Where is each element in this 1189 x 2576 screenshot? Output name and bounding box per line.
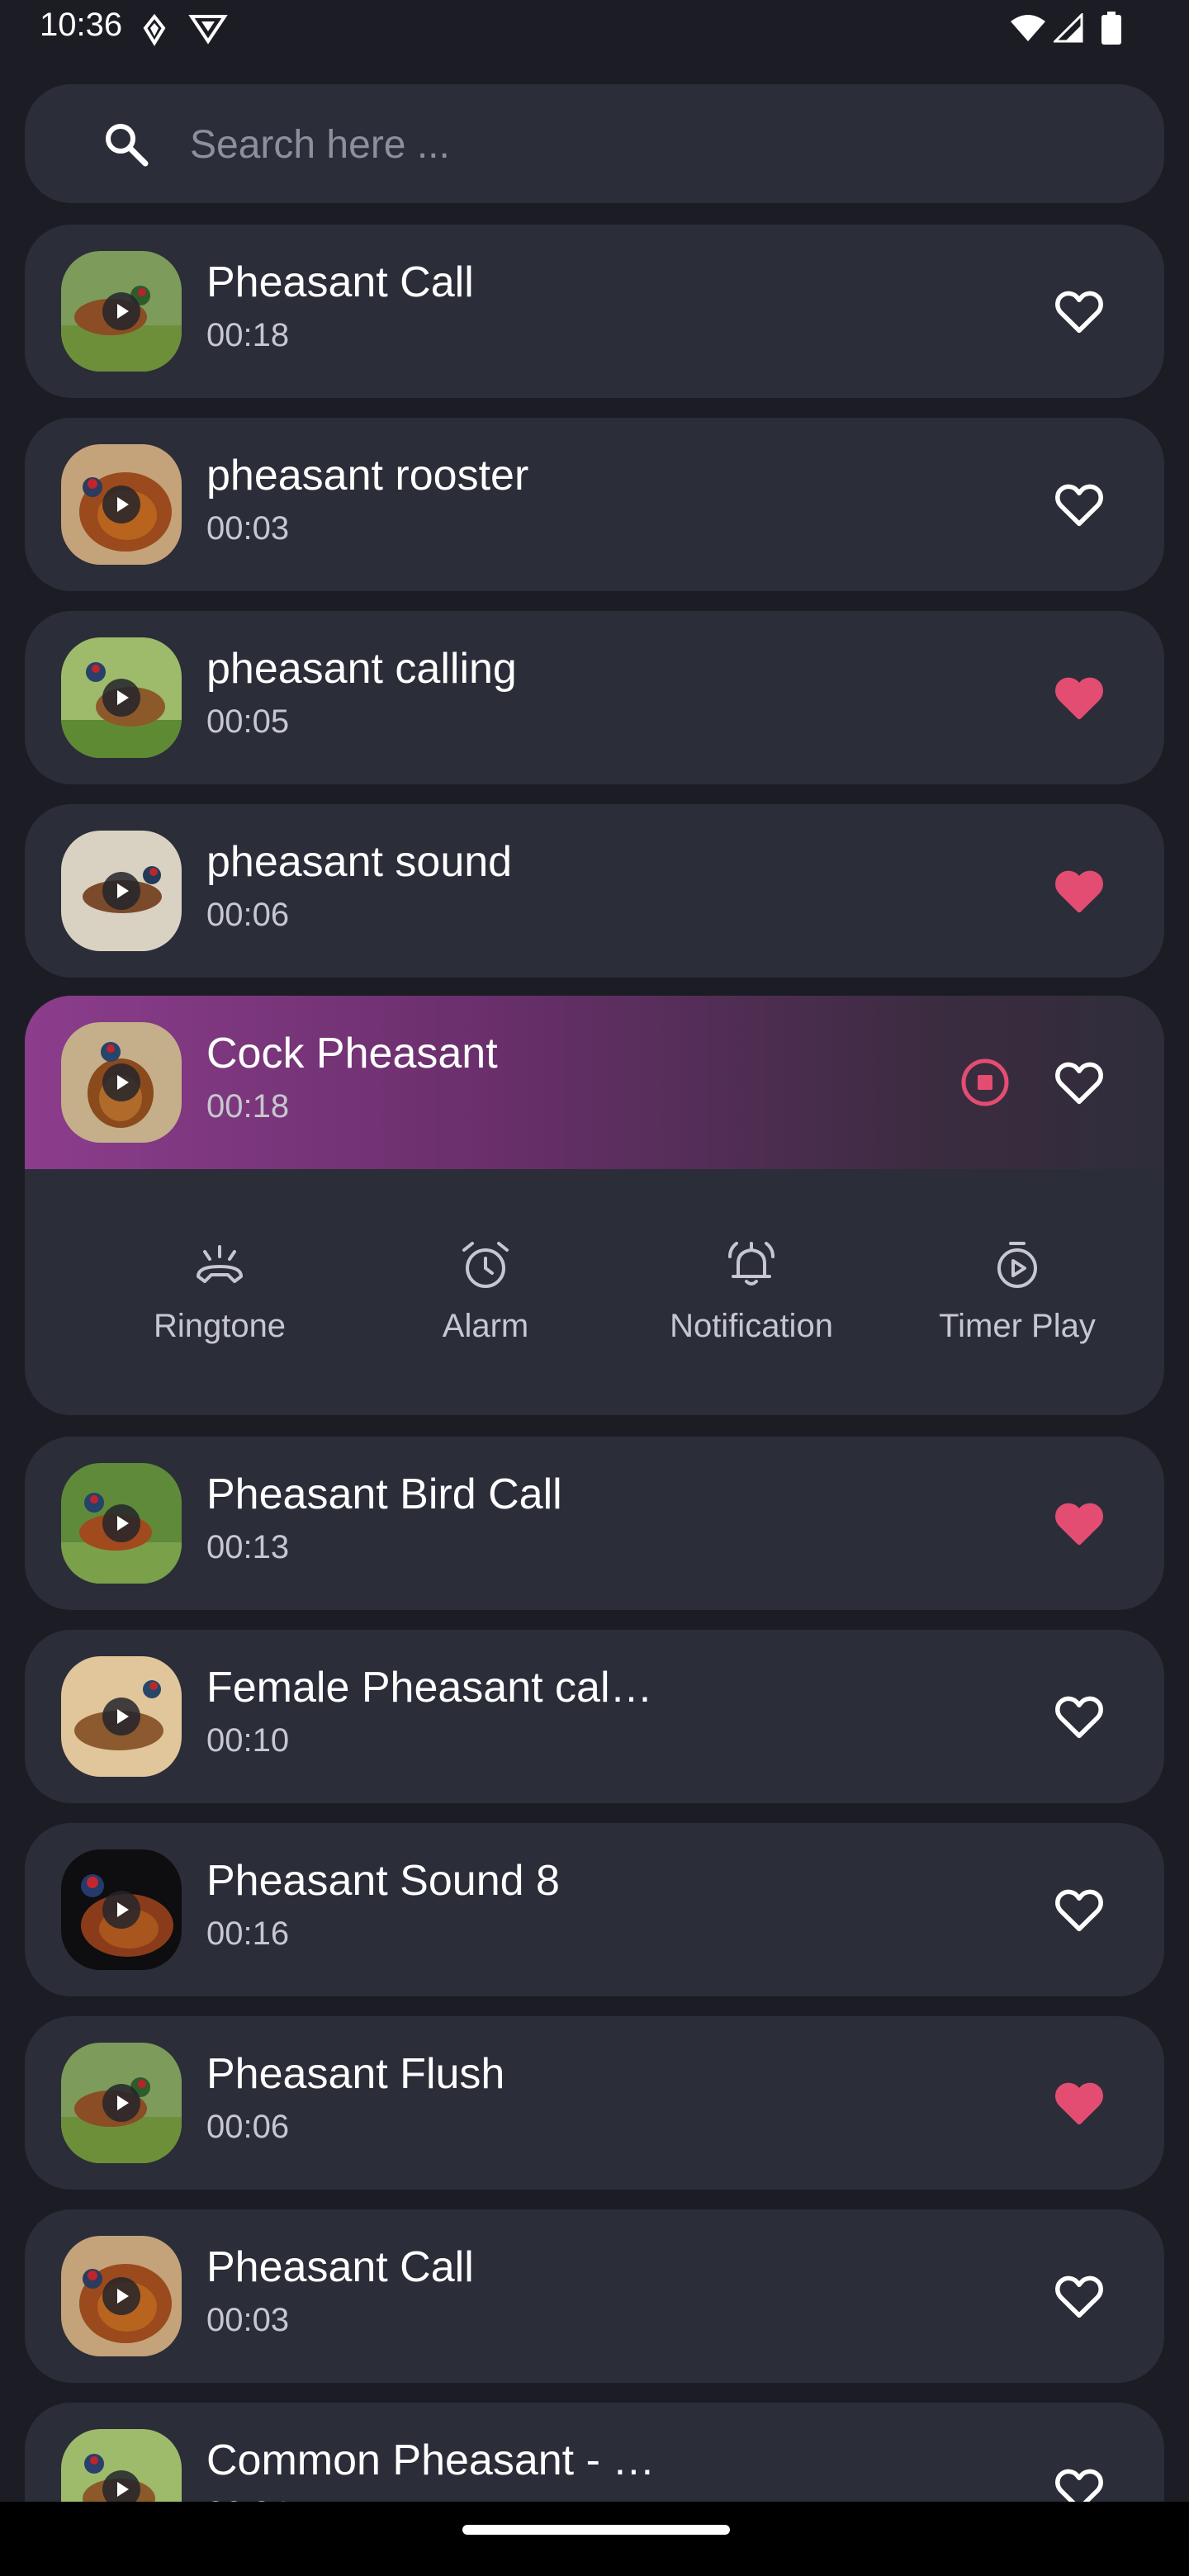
- sound-thumbnail[interactable]: [61, 1656, 182, 1777]
- play-icon[interactable]: [102, 1698, 140, 1735]
- wifi-icon: [1011, 15, 1045, 41]
- play-icon[interactable]: [102, 292, 140, 330]
- action-label: Ringtone: [153, 1308, 287, 1344]
- sound-duration: 00:04: [206, 2493, 289, 2502]
- sound-thumbnail[interactable]: [61, 2429, 182, 2502]
- timer-play-button[interactable]: Timer Play: [885, 1235, 1149, 1345]
- status-time: 10:36: [40, 7, 123, 43]
- sound-duration: 00:18: [206, 317, 290, 353]
- heart-outline-icon[interactable]: [1052, 2462, 1106, 2502]
- heart-outline-icon[interactable]: [1052, 284, 1106, 339]
- set-notification-button[interactable]: Notification: [619, 1235, 883, 1345]
- play-icon[interactable]: [102, 872, 140, 910]
- heart-filled-icon[interactable]: [1052, 2076, 1106, 2130]
- heart-outline-icon[interactable]: [1052, 2269, 1106, 2323]
- search-input[interactable]: [188, 114, 1100, 175]
- heart-outline-icon[interactable]: [1052, 1055, 1106, 1110]
- ringtone-icon: [197, 1245, 243, 1283]
- timer-play-icon: [997, 1242, 1037, 1288]
- stop-icon[interactable]: [958, 1055, 1012, 1110]
- sound-title: Female Pheasant cal…: [206, 1664, 653, 1712]
- sound-duration: 00:16: [206, 1915, 290, 1952]
- now-playing-header[interactable]: Cock Pheasant 00:18: [25, 996, 1164, 1169]
- play-icon[interactable]: [102, 1891, 140, 1929]
- sound-thumbnail[interactable]: [61, 831, 182, 951]
- sound-title: Pheasant Call: [206, 2243, 474, 2291]
- search-bar[interactable]: [25, 84, 1164, 203]
- alarm-icon: [462, 1242, 509, 1288]
- cell-signal-icon: [1054, 13, 1083, 43]
- sound-title: Pheasant Sound 8: [206, 1857, 560, 1905]
- sound-title: Pheasant Flush: [206, 2050, 505, 2098]
- sound-title: Pheasant Bird Call: [206, 1470, 562, 1518]
- search-icon: [106, 124, 149, 167]
- sound-duration: 00:03: [206, 2302, 290, 2338]
- vpn-shield-icon: [188, 15, 228, 45]
- sound-thumbnail[interactable]: [61, 1022, 182, 1143]
- notification-bell-icon: [728, 1242, 775, 1286]
- sound-duration: 00:13: [206, 1529, 290, 1565]
- sound-card[interactable]: Pheasant Sound 8 00:16: [25, 1823, 1164, 1996]
- action-label: Timer Play: [939, 1308, 1096, 1344]
- sound-thumbnail[interactable]: [61, 2236, 182, 2356]
- sound-title: pheasant sound: [206, 838, 513, 886]
- play-icon[interactable]: [102, 1063, 140, 1101]
- sound-title: Pheasant Call: [206, 258, 474, 306]
- sound-title: pheasant rooster: [206, 452, 529, 500]
- sound-card[interactable]: pheasant rooster 00:03: [25, 418, 1164, 591]
- play-icon[interactable]: [102, 2470, 140, 2502]
- sound-duration: 00:10: [206, 1722, 290, 1759]
- sound-thumbnail[interactable]: [61, 637, 182, 758]
- sound-card[interactable]: Pheasant Flush 00:06: [25, 2016, 1164, 2190]
- data-saver-icon: [143, 13, 166, 46]
- sound-card[interactable]: Female Pheasant cal… 00:10: [25, 1630, 1164, 1803]
- set-alarm-button[interactable]: Alarm: [353, 1235, 618, 1345]
- play-icon[interactable]: [102, 2084, 140, 2122]
- sound-title: Common Pheasant - …: [206, 2436, 656, 2484]
- sound-title: Cock Pheasant: [206, 1030, 498, 1077]
- sound-thumbnail[interactable]: [61, 1463, 182, 1584]
- home-gesture-handle[interactable]: [462, 2525, 730, 2535]
- sound-duration: 00:03: [206, 510, 290, 547]
- battery-icon: [1101, 12, 1121, 45]
- play-icon[interactable]: [102, 1504, 140, 1542]
- sound-duration: 00:06: [206, 2109, 290, 2145]
- sound-card[interactable]: pheasant calling 00:05: [25, 611, 1164, 784]
- heart-filled-icon[interactable]: [1052, 1496, 1106, 1551]
- sound-title: pheasant calling: [206, 645, 517, 693]
- heart-outline-icon[interactable]: [1052, 1689, 1106, 1744]
- action-label: Alarm: [442, 1308, 529, 1344]
- sound-thumbnail[interactable]: [61, 1849, 182, 1970]
- sound-card-expanded[interactable]: Cock Pheasant 00:18 Ringtone Alarm Notif…: [25, 996, 1164, 1415]
- sound-duration: 00:05: [206, 703, 290, 740]
- action-label: Notification: [670, 1308, 833, 1344]
- heart-outline-icon[interactable]: [1052, 1882, 1106, 1937]
- sound-duration: 00:06: [206, 897, 290, 933]
- play-icon[interactable]: [102, 485, 140, 523]
- navigation-bar: [0, 2502, 1189, 2576]
- sound-thumbnail[interactable]: [61, 2043, 182, 2163]
- sound-card[interactable]: Common Pheasant - … 00:04: [25, 2403, 1164, 2502]
- play-icon[interactable]: [102, 679, 140, 717]
- sound-card[interactable]: Pheasant Call 00:18: [25, 225, 1164, 398]
- sound-card[interactable]: pheasant sound 00:06: [25, 804, 1164, 978]
- heart-filled-icon[interactable]: [1052, 864, 1106, 918]
- sound-duration: 00:18: [206, 1088, 290, 1125]
- heart-outline-icon[interactable]: [1052, 477, 1106, 532]
- sound-card[interactable]: Pheasant Bird Call 00:13: [25, 1437, 1164, 1610]
- sound-thumbnail[interactable]: [61, 444, 182, 565]
- heart-filled-icon[interactable]: [1052, 670, 1106, 725]
- set-ringtone-button[interactable]: Ringtone: [88, 1235, 352, 1345]
- sound-card[interactable]: Pheasant Call 00:03: [25, 2209, 1164, 2383]
- play-icon[interactable]: [102, 2277, 140, 2315]
- sound-thumbnail[interactable]: [61, 251, 182, 372]
- status-bar: 10:36: [0, 0, 1189, 59]
